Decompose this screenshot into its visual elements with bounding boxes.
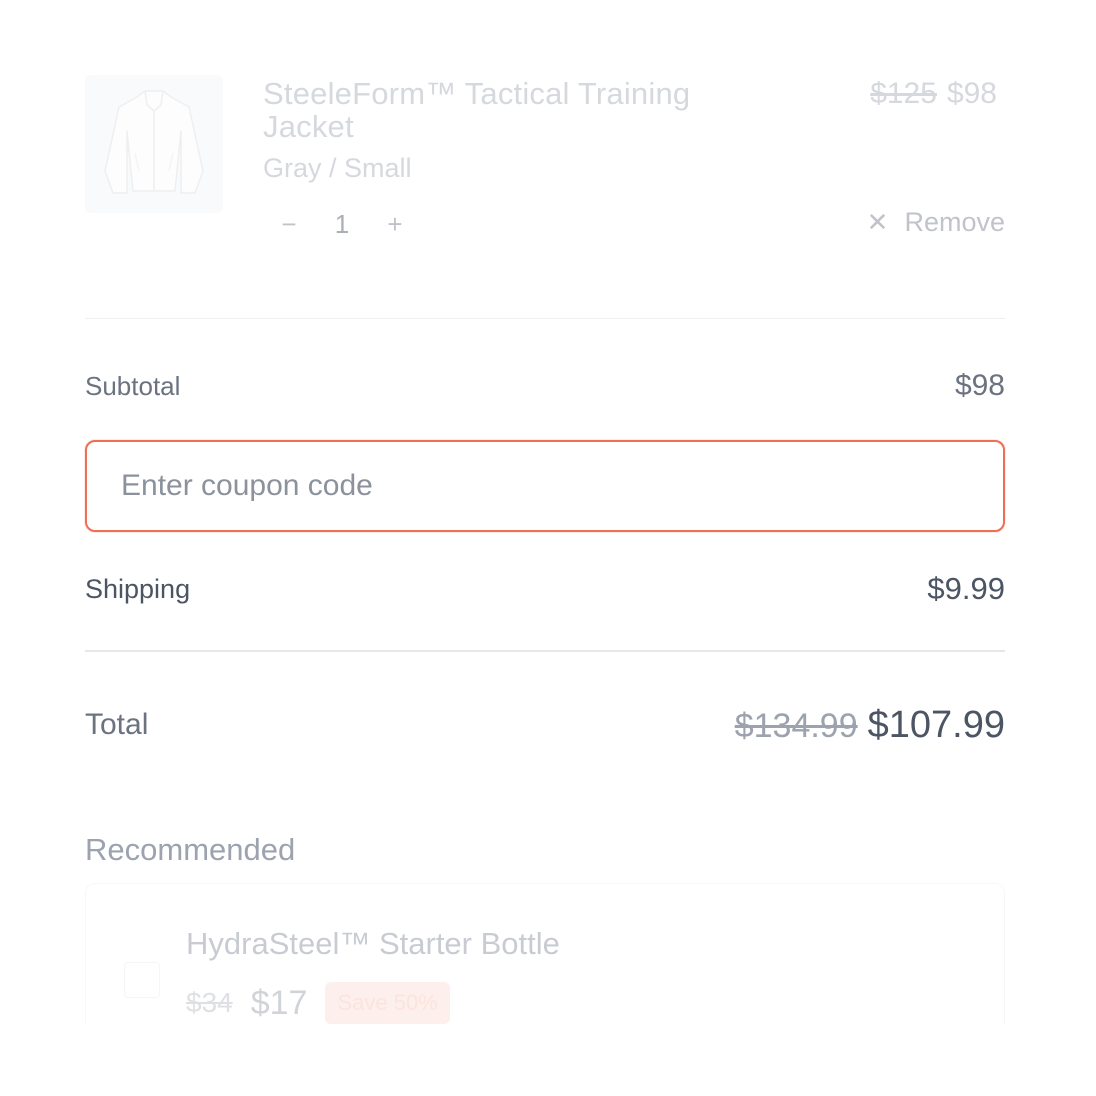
recommended-price-original: $34 bbox=[186, 987, 233, 1018]
divider bbox=[85, 318, 1005, 319]
jacket-image bbox=[85, 75, 223, 213]
subtotal-label: Subtotal bbox=[85, 370, 181, 401]
product-image[interactable] bbox=[85, 75, 223, 213]
remove-button[interactable]: ✕ Remove bbox=[867, 207, 1005, 238]
cart-line-item: SteeleForm™ Tactical Training Jacket Gra… bbox=[85, 75, 1005, 250]
coupon-field[interactable] bbox=[85, 440, 1005, 532]
total-row: Total $134.99 $107.99 bbox=[85, 700, 1005, 750]
discount-badge: Save 50% bbox=[325, 982, 450, 1024]
product-title[interactable]: SteeleForm™ Tactical Training Jacket bbox=[263, 77, 783, 143]
product-variant: Gray / Small bbox=[263, 153, 412, 183]
total-value: $107.99 bbox=[867, 703, 1005, 746]
coupon-input[interactable] bbox=[87, 442, 1003, 530]
shipping-row: Shipping $9.99 bbox=[85, 568, 1005, 610]
total-label: Total bbox=[85, 708, 149, 741]
shipping-label: Shipping bbox=[85, 573, 191, 604]
close-icon: ✕ bbox=[866, 207, 889, 237]
price-original: $125 bbox=[870, 77, 937, 110]
quantity-stepper: − 1 + bbox=[275, 207, 409, 241]
total-prices: $134.99 $107.99 bbox=[735, 704, 1005, 747]
increment-button[interactable]: + bbox=[381, 209, 409, 240]
total-original: $134.99 bbox=[734, 706, 858, 745]
bottle-image bbox=[124, 962, 160, 998]
recommended-card[interactable]: HydraSteel™ Starter Bottle $34 $17 Save … bbox=[85, 883, 1005, 1024]
subtotal-value: $98 bbox=[954, 369, 1005, 402]
shipping-value: $9.99 bbox=[927, 571, 1005, 606]
recommended-prices: $34 $17 Save 50% bbox=[186, 982, 450, 1024]
recommended-title[interactable]: HydraSteel™ Starter Bottle bbox=[186, 926, 560, 962]
subtotal-row: Subtotal $98 bbox=[85, 365, 1005, 407]
price-sale: $98 bbox=[946, 77, 997, 110]
recommended-heading: Recommended bbox=[85, 832, 296, 867]
recommended-price-sale: $17 bbox=[250, 983, 308, 1022]
divider bbox=[85, 650, 1005, 652]
product-price: $125 $98 bbox=[870, 77, 997, 111]
cart-page: SteeleForm™ Tactical Training Jacket Gra… bbox=[0, 0, 1096, 1096]
quantity-value: 1 bbox=[334, 208, 350, 239]
remove-label: Remove bbox=[904, 207, 1005, 237]
decrement-button[interactable]: − bbox=[275, 209, 303, 240]
